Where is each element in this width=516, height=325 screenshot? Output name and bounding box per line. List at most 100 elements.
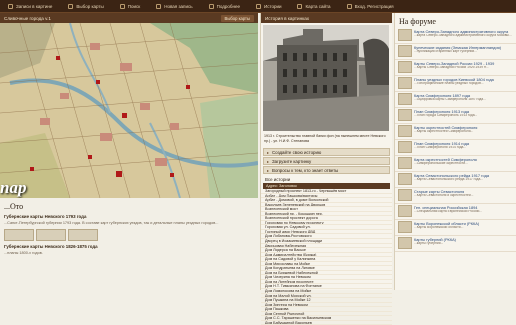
nav-item-label: Вход. Регистрация — [354, 3, 394, 9]
forum-posts-list: Карта Северо-Западного административного… — [395, 28, 516, 252]
section-heading: ...Ото — [4, 202, 24, 211]
photo-caption: 1913 г. Строительство главной банки фон … — [264, 134, 386, 143]
forum-post-thumbnail[interactable] — [398, 125, 412, 137]
map-canvas[interactable] — [0, 23, 258, 198]
forum-post[interactable]: Карты Воронежской области (РККА) ...Карты… — [395, 220, 516, 236]
forum-post-thumbnail[interactable] — [398, 29, 412, 41]
nav-icon — [119, 3, 125, 9]
historical-photo[interactable] — [263, 25, 389, 131]
nav-item-label: Поиск — [127, 3, 141, 9]
forum-post-thumbnail[interactable] — [398, 157, 412, 169]
upload-picture-button[interactable]: ▸ Загрузите картинку — [263, 157, 390, 165]
forum-post-snippet: ...Оцифровка карты Симферополя 1897 года… — [414, 98, 486, 101]
forum-post-body: План Симферополя 1913 года ...План города… — [414, 109, 513, 122]
create-story-label: Создайте свою историю — [272, 149, 322, 155]
forum-post-thumbnail[interactable] — [398, 45, 412, 57]
forum-post-snippet: ...План города Симферополь 1913 года... — [414, 114, 478, 117]
nav-icon — [255, 3, 261, 9]
forum-post-thumbnail[interactable] — [398, 109, 412, 121]
forum-post-snippet: ...План Симферополя 1914 года... — [414, 146, 467, 149]
forum-post[interactable]: Карты окрестностей Симферополя ...Карты о… — [395, 124, 516, 140]
nav-item[interactable]: Карта сайта — [289, 0, 338, 13]
forum-post-body: Карта окрестностей Симферополя ...Симферо… — [414, 157, 513, 170]
nav-icon — [68, 3, 74, 9]
forum-post-snippet: ...Карты окрестностей Симферополя... — [414, 130, 474, 133]
nav-item[interactable]: Новая запись — [148, 0, 200, 13]
forum-post[interactable]: Планы уездных городов Киевской 1804 года… — [395, 76, 516, 92]
nav-item[interactable]: Выбор карты — [60, 0, 111, 13]
forum-post-body: Карта Севастопольского рейда 1917 года..… — [414, 173, 513, 186]
forum-post-body: Карта Симферополя 1897 года ...Оцифровка … — [414, 93, 513, 106]
forum-post-thumbnail[interactable] — [398, 205, 412, 217]
article-thumbnails-1 — [0, 227, 258, 243]
historical-map-view[interactable]: пар — [0, 23, 258, 198]
nav-item-label: Карта сайта — [305, 3, 331, 9]
forum-post-snippet: ...Карты Северо-Западной России 1929-193… — [414, 66, 489, 69]
forum-post-snippet: ...карта Северо-Западного административн… — [414, 34, 512, 37]
forum-post-thumbnail[interactable] — [398, 173, 412, 185]
story-list-item[interactable]: Дом Бабушкиной Васильев — [261, 321, 392, 325]
nav-item-label: Записи в картине — [16, 3, 53, 9]
forum-post-thumbnail[interactable] — [398, 221, 412, 233]
forum-post-body: Карта Северо-Западного административного… — [414, 29, 513, 42]
nav-item[interactable]: Вход. Регистрация — [339, 0, 402, 13]
forum-post-body: Карты Воронежской области (РККА) ...Карты… — [414, 221, 513, 234]
forum-post-thumbnail[interactable] — [398, 189, 412, 201]
left-content-column: ...Ото Губернские карты Невского 1793 го… — [0, 198, 258, 290]
forum-post[interactable]: Карта Симферополя 1897 года ...Оцифровка … — [395, 92, 516, 108]
forum-post[interactable]: Карта Севастопольского рейда 1917 года..… — [395, 172, 516, 188]
map-thumbnail[interactable] — [36, 229, 66, 241]
ask-questions-label: Вопросы к тем, кто знает ответы — [272, 167, 339, 173]
forum-post-body: Старые карты Севастополя ...Карта Севасто… — [414, 189, 513, 202]
forum-post-thumbnail[interactable] — [398, 61, 412, 73]
forum-post-body: Карты Северо-Западной России 1929 - 1939… — [414, 61, 513, 74]
map-thumbnail[interactable] — [68, 229, 98, 241]
forum-post-thumbnail[interactable] — [398, 237, 412, 249]
stories-list: Загородный проспект 1813-го - Чернышёв м… — [261, 189, 392, 325]
forum-post-thumbnail[interactable] — [398, 93, 412, 105]
article-excerpt-1: ...Санкт-Петербургской губернии 1793 год… — [4, 221, 219, 225]
forum-post[interactable]: Карта Северо-Западного административного… — [395, 28, 516, 44]
nav-item[interactable]: Подробнее — [201, 0, 248, 13]
arrow-right-icon: ▸ — [267, 158, 270, 164]
forum-post-body: План Симферополя 1914 года ...План Симфер… — [414, 141, 513, 154]
article-excerpt-2: ...планы 1800-х годов. — [4, 251, 43, 255]
forum-post-thumbnail[interactable] — [398, 77, 412, 89]
forum-post[interactable]: Старые карты Севастополя ...Карта Севасто… — [395, 188, 516, 204]
photo-image — [263, 25, 389, 131]
forum-post-thumbnail[interactable] — [398, 141, 412, 153]
nav-icon — [297, 3, 303, 9]
forum-post[interactable]: Карта окрестностей Симферополя ...Симферо… — [395, 156, 516, 172]
create-story-button[interactable]: ▸ Создайте свою историю — [263, 148, 390, 156]
forum-post[interactable]: Купеческие издания (Земская Ингерманланд… — [395, 44, 516, 60]
top-navigation-bar: Записи в картине Выбор карты Поиск Новая за… — [0, 0, 516, 13]
forum-post-snippet: ...Топографические планы уездных городов… — [414, 82, 484, 85]
forum-post-snippet: ...публикация старинных карт губерний... — [414, 50, 477, 53]
forum-post[interactable]: План Симферополя 1913 года ...План города… — [395, 108, 516, 124]
article-title-1[interactable]: Губернские карты Невского 1793 года — [0, 213, 258, 220]
article-title-2[interactable]: Губернские карты Невского 1826-1875 года — [0, 243, 258, 250]
nav-item[interactable]: Поиск — [112, 0, 148, 13]
arrow-right-icon: ▸ — [267, 167, 270, 173]
nav-item-label: Подробнее — [216, 3, 240, 9]
nav-icon — [156, 3, 162, 9]
forum-post[interactable]: Карты губерний (РККА) ...карты губерний..… — [395, 236, 516, 252]
forum-post[interactable]: Карты Северо-Западной России 1929 - 1939… — [395, 60, 516, 76]
forum-heading: На форуме — [399, 17, 436, 26]
forum-post-snippet: ...Карта Севастополя и окрестностей... — [414, 194, 474, 197]
forum-post-snippet: ...карты губерний... — [414, 242, 444, 245]
select-map-button[interactable]: Выбор карты — [220, 14, 254, 22]
forum-post-snippet: ...Специальная карта Европейской России.… — [414, 210, 483, 213]
nav-item-label: Новая запись — [164, 3, 193, 9]
ask-questions-button[interactable]: ▸ Вопросы к тем, кто знает ответы — [263, 166, 390, 174]
all-stories-title[interactable]: Все истории — [263, 176, 390, 183]
forum-post-body: Планы уездных городов Киевской 1804 года… — [414, 77, 513, 90]
site-logo[interactable]: пар — [0, 178, 36, 198]
nav-item[interactable]: Истории — [248, 0, 290, 13]
nav-item[interactable]: Записи в картине — [0, 0, 60, 13]
forum-post[interactable]: План Симферополя 1914 года ...План Симфер… — [395, 140, 516, 156]
map-header-bar: Сливочные города v.1 Выбор карты — [0, 13, 258, 23]
map-thumbnail[interactable] — [4, 229, 34, 241]
forum-post-snippet: ...Симферопольские окрестности... — [414, 162, 468, 165]
forum-post[interactable]: Ген. специальная Российская 1894 ...Специ… — [395, 204, 516, 220]
